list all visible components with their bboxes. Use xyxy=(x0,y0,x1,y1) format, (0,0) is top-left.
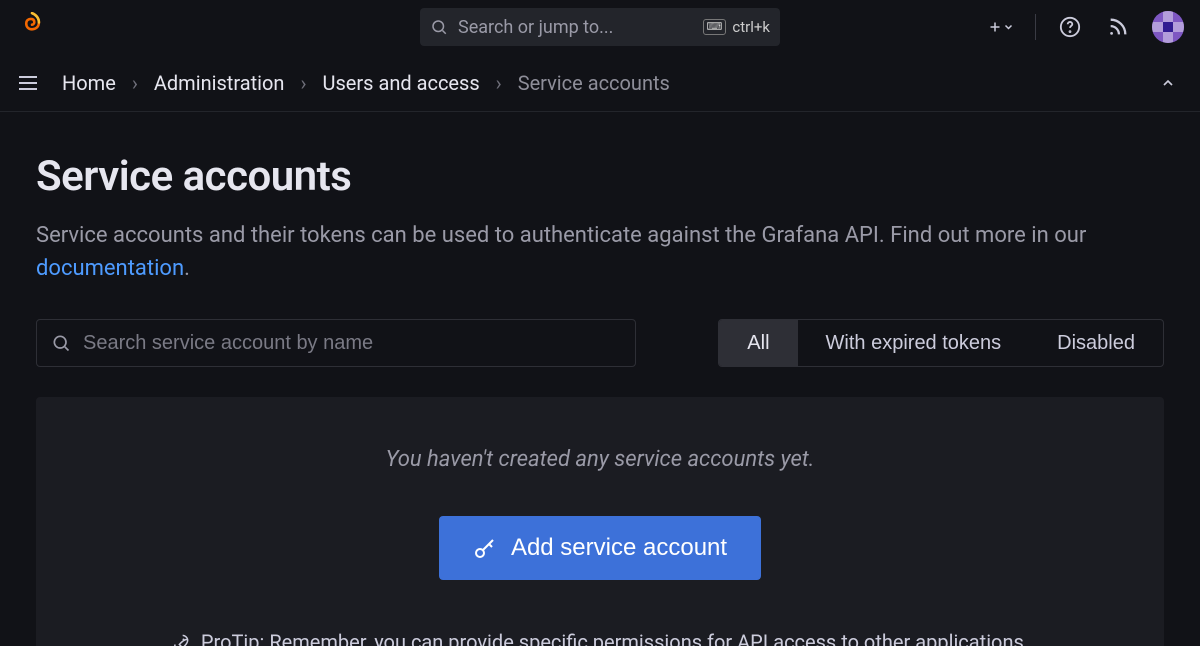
filter-tab-disabled[interactable]: Disabled xyxy=(1029,320,1163,366)
filter-tab-all[interactable]: All xyxy=(719,320,797,366)
top-actions xyxy=(987,11,1184,43)
breadcrumb-current: Service accounts xyxy=(518,71,670,95)
menu-toggle-button[interactable] xyxy=(16,71,40,95)
protip: ProTip: Remember, you can provide specif… xyxy=(66,630,1134,646)
news-rss-button[interactable] xyxy=(1104,13,1132,41)
key-icon xyxy=(473,536,497,560)
user-avatar[interactable] xyxy=(1152,11,1184,43)
state-filter-tabs: All With expired tokens Disabled xyxy=(718,319,1164,367)
global-search[interactable]: Search or jump to... ⌨ ctrl+k xyxy=(420,8,780,46)
search-icon xyxy=(51,333,71,353)
service-account-search-input[interactable] xyxy=(83,332,621,355)
grafana-logo[interactable] xyxy=(16,11,48,43)
service-account-search[interactable] xyxy=(36,319,636,367)
chevron-right-icon: › xyxy=(132,71,138,95)
breadcrumb-link[interactable]: Users and access xyxy=(322,71,479,95)
add-service-account-button[interactable]: Add service account xyxy=(439,516,761,580)
top-bar: Search or jump to... ⌨ ctrl+k xyxy=(0,0,1200,54)
help-button[interactable] xyxy=(1056,13,1084,41)
collapse-button[interactable] xyxy=(1152,67,1184,99)
divider xyxy=(1035,14,1036,40)
chevron-right-icon: › xyxy=(300,71,306,95)
main-content: Service accounts Service accounts and th… xyxy=(0,112,1200,646)
add-service-account-label: Add service account xyxy=(511,534,727,562)
chevron-right-icon: › xyxy=(496,71,502,95)
keyboard-shortcut: ⌨ ctrl+k xyxy=(703,18,771,36)
protip-text: ProTip: Remember, you can provide specif… xyxy=(201,630,1029,646)
breadcrumb-link[interactable]: Administration xyxy=(154,71,285,95)
keyboard-icon: ⌨ xyxy=(703,19,727,35)
breadcrumb: Home › Administration › Users and access… xyxy=(62,71,670,95)
page-title: Service accounts xyxy=(36,152,1164,201)
rocket-icon xyxy=(171,632,191,646)
global-search-placeholder: Search or jump to... xyxy=(458,17,693,38)
documentation-link[interactable]: documentation xyxy=(36,256,184,281)
search-icon xyxy=(430,18,448,36)
empty-state-message: You haven't created any service accounts… xyxy=(66,447,1134,472)
add-menu-button[interactable] xyxy=(987,13,1015,41)
filter-tab-expired[interactable]: With expired tokens xyxy=(798,320,1030,366)
empty-state-panel: You haven't created any service accounts… xyxy=(36,397,1164,646)
breadcrumb-bar: Home › Administration › Users and access… xyxy=(0,54,1200,112)
breadcrumb-link[interactable]: Home xyxy=(62,71,116,95)
page-description: Service accounts and their tokens can be… xyxy=(36,219,1164,285)
filter-row: All With expired tokens Disabled xyxy=(36,319,1164,367)
